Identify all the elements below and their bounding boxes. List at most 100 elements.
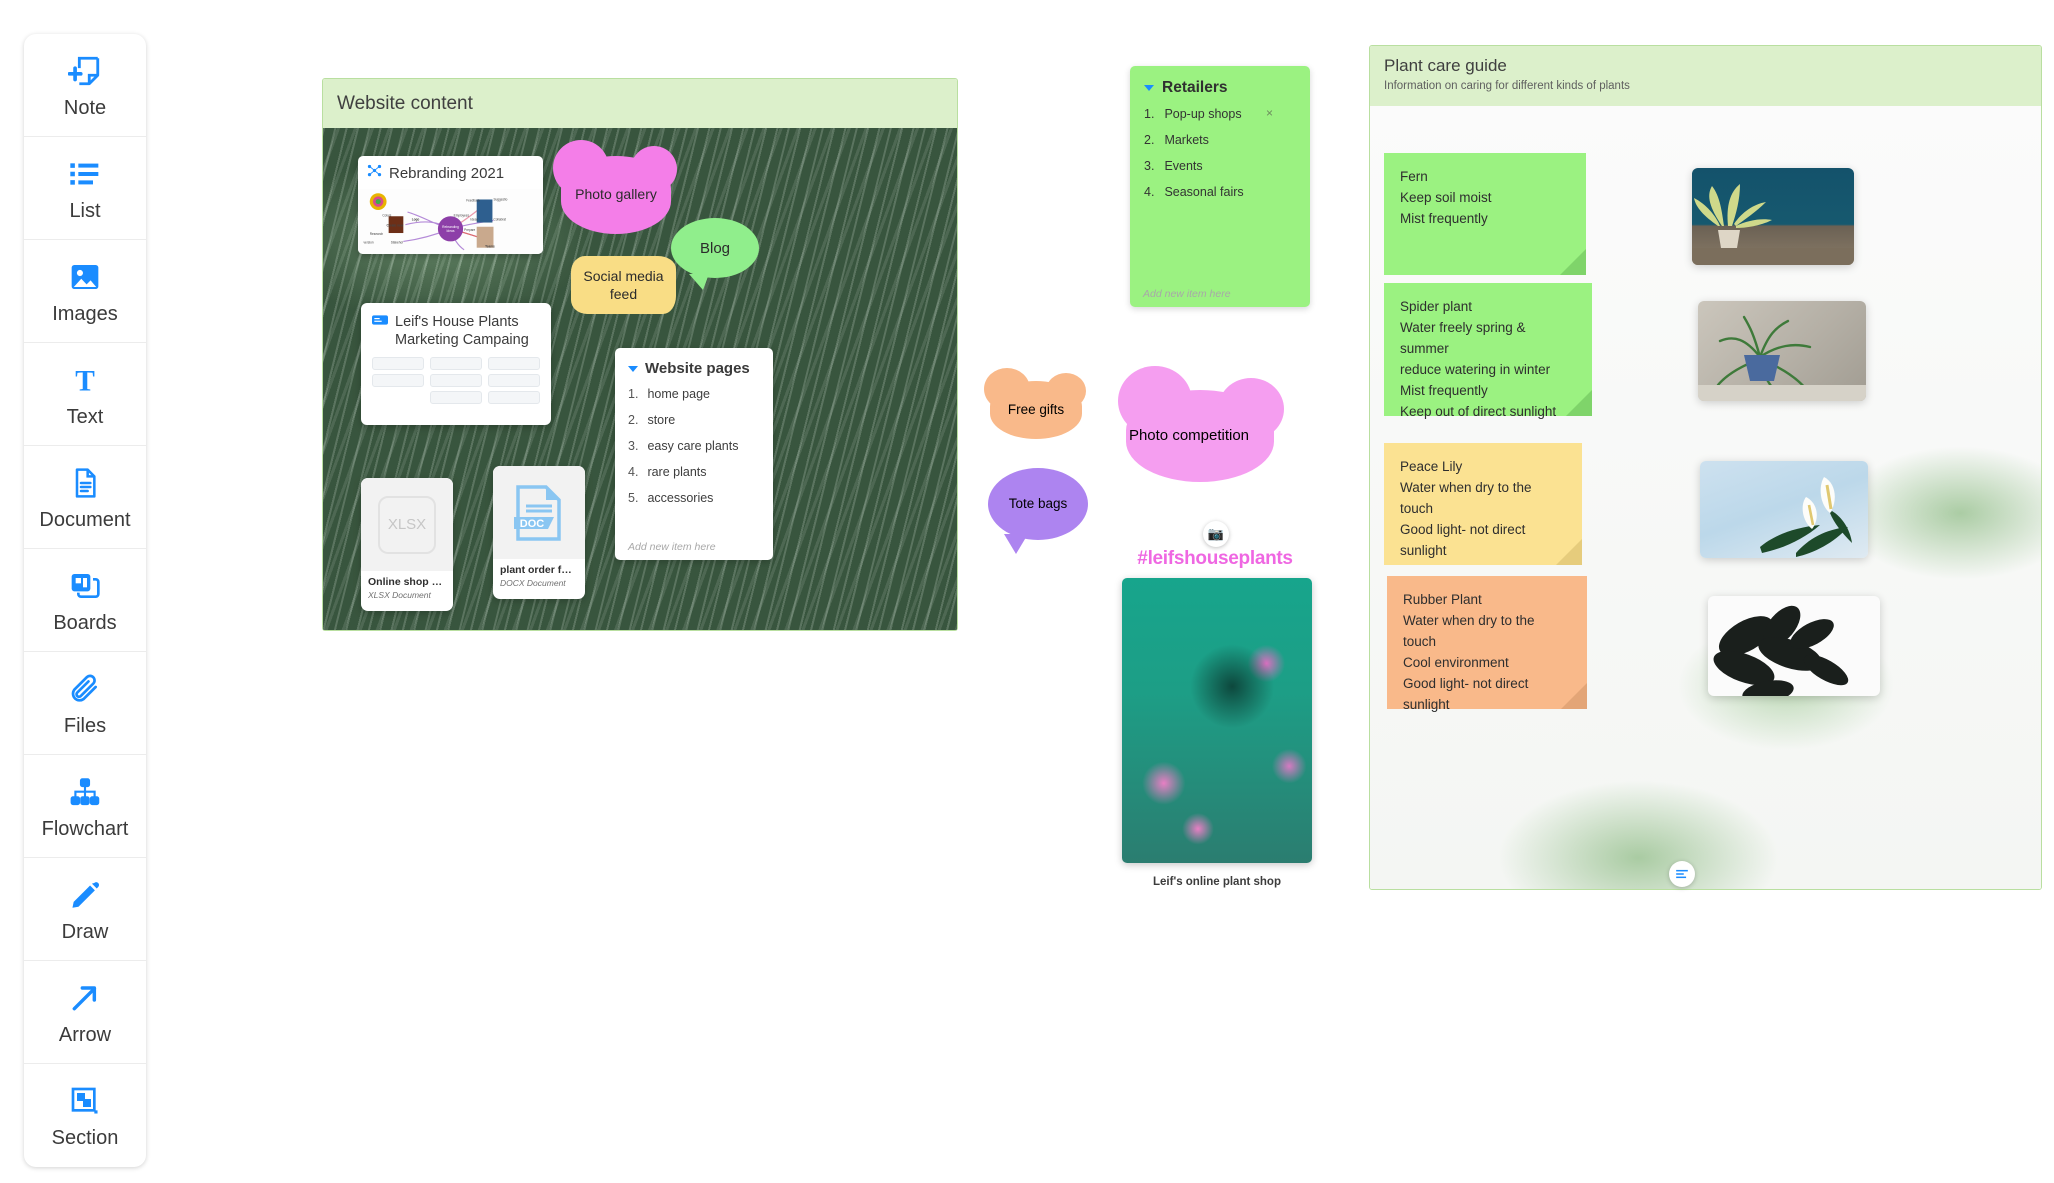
rubber-plant-photo[interactable] [1708, 596, 1880, 696]
tool-label: Images [52, 302, 118, 325]
add-new-item-input[interactable]: Add new item here [628, 541, 716, 553]
bubble-label: Photo competition [1128, 427, 1250, 445]
list-item[interactable]: 5. accessories [628, 491, 760, 505]
photographer-photo[interactable] [1122, 578, 1312, 863]
fern-photo[interactable] [1692, 168, 1854, 265]
peace-lily-photo[interactable] [1700, 461, 1868, 558]
section-website-content[interactable]: Website content Rebranding 2021 Rebrandi… [322, 78, 958, 631]
tool-flowchart[interactable]: Flowchart [24, 755, 146, 858]
bubble-photo-gallery[interactable]: Photo gallery [553, 140, 677, 234]
list-item[interactable]: 4. rare plants [628, 465, 760, 479]
bubble-social-media-feed[interactable]: Social media feed [571, 256, 676, 314]
tool-draw[interactable]: Draw [24, 858, 146, 961]
list-header[interactable]: Website pages [628, 360, 760, 377]
file-card-xlsx[interactable]: XLSX Online shop sal… XLSX Document [361, 478, 453, 611]
boards-icon [65, 566, 105, 606]
tool-files[interactable]: Files [24, 652, 146, 755]
photo-caption: Leif's online plant shop [1153, 876, 1281, 888]
camera-icon[interactable]: 📷 [1203, 521, 1229, 547]
note-title: Spider plant [1400, 299, 1473, 314]
svg-text:Teams: Teams [485, 245, 495, 249]
spider-plant-photo[interactable] [1698, 301, 1866, 401]
bubble-tote-bags[interactable]: Tote bags [988, 468, 1088, 554]
list-item-number: 1. [1144, 107, 1155, 121]
file-card-docx[interactable]: DOC plant order for… DOCX Document [493, 466, 585, 599]
bubble-label: Tote bags [1008, 495, 1068, 511]
svg-text:Colors: Colors [382, 213, 391, 217]
list-item[interactable]: 3. easy care plants [628, 439, 760, 453]
chevron-down-icon[interactable] [1144, 85, 1154, 91]
bubble-blog[interactable]: Blog [671, 218, 759, 290]
list-header[interactable]: Retailers [1144, 79, 1296, 97]
tool-images[interactable]: Images [24, 240, 146, 343]
list-item-label: Markets [1164, 133, 1209, 147]
list-item-number: 3. [628, 439, 639, 453]
svg-text:version: version [363, 241, 373, 245]
bubble-free-gifts[interactable]: Free gifts [984, 368, 1086, 439]
sticky-note-spider-plant[interactable]: Spider plant Water freely spring & summe… [1384, 283, 1592, 419]
list-item[interactable]: 3. Events [1144, 159, 1296, 173]
bubble-photo-competition[interactable]: Photo competition [1118, 366, 1284, 482]
image-icon [65, 257, 105, 297]
tool-boards[interactable]: Boards [24, 549, 146, 652]
tool-text[interactable]: T Text [24, 343, 146, 446]
document-icon [65, 463, 105, 503]
sticky-note-peace-lily[interactable]: Peace Lily Water when dry to the touch G… [1384, 443, 1582, 565]
note-line: Cool environment [1403, 654, 1509, 670]
list-item[interactable]: 1. home page [628, 387, 760, 401]
list-item-label: accessories [647, 491, 714, 505]
tool-label: Arrow [58, 1023, 112, 1046]
card-rebranding[interactable]: Rebranding 2021 Rebranding Ideas Colors … [358, 156, 543, 254]
add-new-item-input[interactable]: Add new item here [1143, 288, 1231, 300]
card-title: Rebranding 2021 [389, 164, 505, 182]
list-item-label: home page [647, 387, 710, 401]
text-align-icon[interactable] [1669, 861, 1695, 887]
note-title: Fern [1400, 169, 1428, 184]
svg-text:Research: Research [370, 232, 384, 236]
list-item[interactable]: 2. store [628, 413, 760, 427]
section-body: Fern Keep soil moist Mist frequently Spi… [1370, 106, 2041, 889]
svg-text:T: T [75, 365, 95, 395]
card-website-pages[interactable]: Website pages 1. home page 2. store 3. easy… [615, 348, 773, 560]
list-item[interactable]: 1. Pop-up shops × [1144, 106, 1296, 121]
tool-list[interactable]: List [24, 137, 146, 240]
note-line: reduce watering in winter [1400, 361, 1551, 377]
tool-label: Text [66, 405, 104, 428]
pencil-icon [65, 875, 105, 915]
section-title: Website content [337, 92, 473, 114]
kanban-card [430, 391, 482, 405]
section-subtitle: Information on caring for different kind… [1384, 80, 1630, 92]
sticky-note-fern[interactable]: Fern Keep soil moist Mist frequently [1384, 153, 1586, 275]
kanban-card [430, 357, 482, 371]
chevron-down-icon[interactable] [628, 365, 638, 372]
svg-text:Prepare: Prepare [464, 228, 475, 232]
file-thumbnail: XLSX [361, 478, 453, 571]
list-item[interactable]: 4. Seasonal fairs [1144, 185, 1296, 199]
list-item-number: 2. [1144, 133, 1155, 147]
card-header: Rebranding 2021 [367, 163, 534, 183]
hashtag-text: #leifshouseplants [1137, 548, 1293, 569]
tool-document[interactable]: Document [24, 446, 146, 549]
note-fold-corner [1561, 683, 1587, 709]
tool-label: Flowchart [41, 817, 129, 840]
section-plant-care-guide[interactable]: Plant care guide Information on caring f… [1369, 45, 2042, 890]
note-fold-corner [1566, 390, 1592, 416]
list-item-label: rare plants [647, 465, 707, 479]
tool-note[interactable]: Note [24, 34, 146, 137]
card-retailers-list[interactable]: Retailers 1. Pop-up shops × 2. Markets 3… [1130, 66, 1310, 307]
tool-label: Files [63, 714, 107, 737]
tool-section[interactable]: Section [24, 1064, 146, 1167]
mindmap-preview: Rebranding Ideas Colors Create new Logo … [358, 189, 543, 254]
kanban-card [488, 374, 540, 388]
remove-item-icon[interactable]: × [1266, 106, 1273, 120]
tool-arrow[interactable]: Arrow [24, 961, 146, 1064]
board-canvas: Note List Images T Text Document Boards … [0, 0, 2054, 1183]
card-title: Leif's House Plants Marketing Campaing [395, 314, 529, 349]
card-marketing-campaign[interactable]: Leif's House Plants Marketing Campaing [361, 303, 551, 425]
kanban-card [488, 357, 540, 371]
sticky-note-rubber-plant[interactable]: Rubber Plant Water when dry to the touch… [1387, 576, 1587, 712]
kanban-card [488, 391, 540, 405]
file-thumbnail: DOC [493, 466, 585, 559]
list-item[interactable]: 2. Markets [1144, 133, 1296, 147]
file-meta: Online shop sal… XLSX Document [361, 571, 453, 605]
